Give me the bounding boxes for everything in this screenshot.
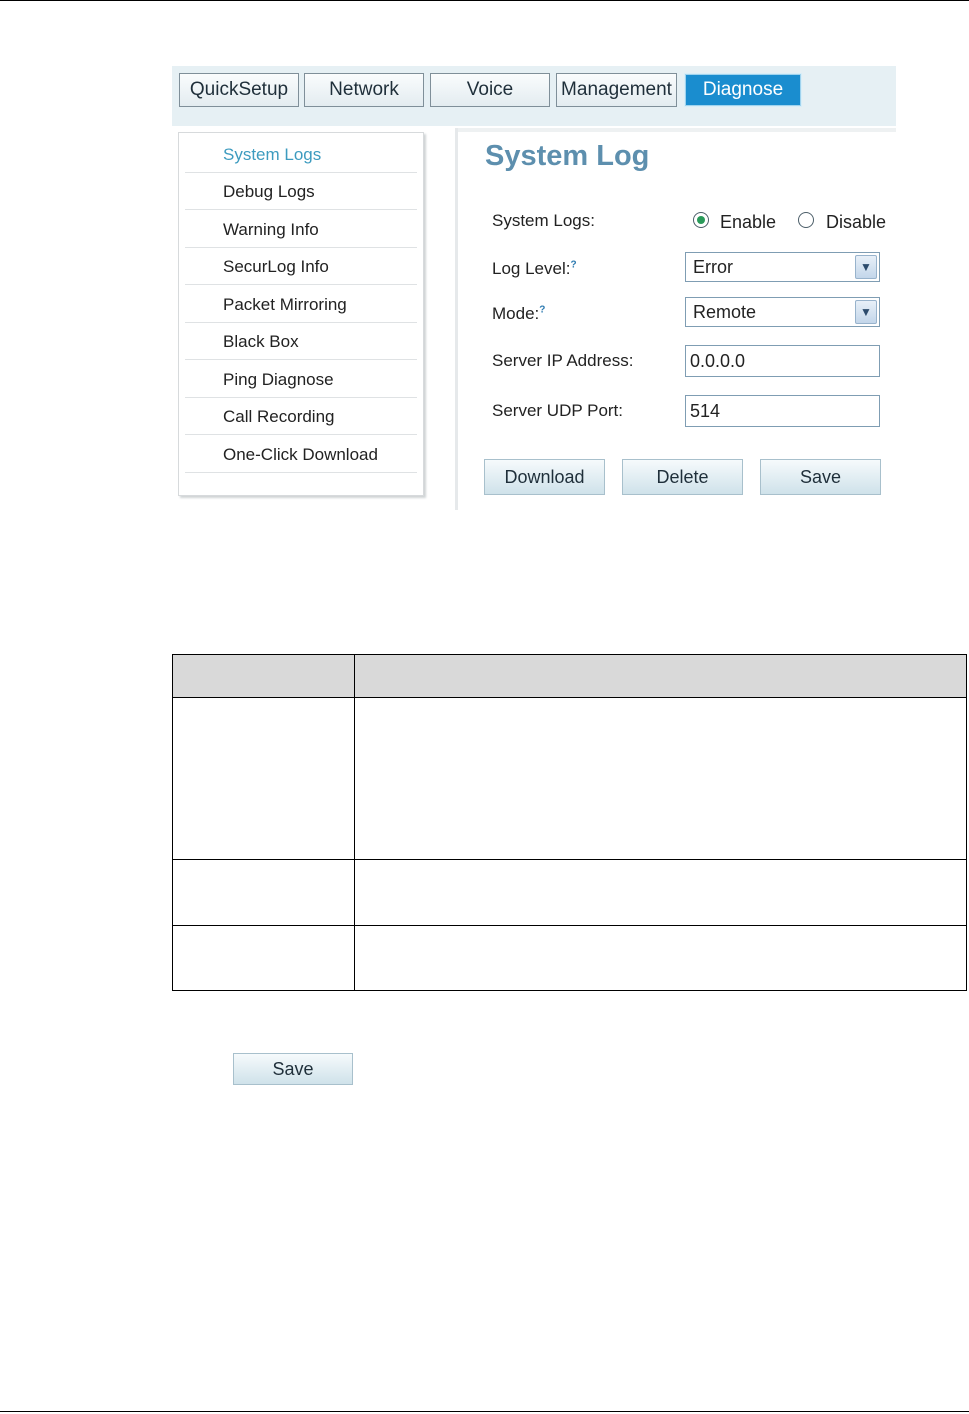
sidebar-item-system-logs[interactable]: System Logs (185, 136, 417, 173)
sidebar-item-call-recording[interactable]: Call Recording (185, 398, 417, 435)
table-cell (172, 925, 355, 991)
enable-label: Enable (720, 212, 777, 232)
panel-top-shade (458, 128, 896, 132)
doc-save-button[interactable]: Save (233, 1053, 353, 1085)
table-cell (354, 697, 967, 860)
disable-radio[interactable] (798, 212, 814, 228)
server-udp-input[interactable]: 514 (685, 395, 880, 427)
server-ip-input[interactable]: 0.0.0.0 (685, 345, 880, 377)
log-level-select[interactable]: Error ▼ (685, 252, 880, 282)
server-ip-label: Server IP Address: (492, 351, 634, 370)
tab-network[interactable]: Network (304, 73, 424, 107)
chevron-down-icon[interactable]: ▼ (855, 255, 877, 279)
page-title: System Log (485, 140, 650, 172)
table-row (172, 925, 967, 991)
panel-divider (455, 128, 458, 510)
table-header-row (172, 654, 967, 698)
table-header-cell (354, 654, 967, 698)
table-cell (172, 697, 355, 860)
sidebar-item-one-click-download[interactable]: One-Click Download (185, 436, 417, 473)
table-row (172, 697, 967, 860)
server-udp-label: Server UDP Port: (492, 401, 624, 420)
tab-quicksetup[interactable]: QuickSetup (179, 73, 299, 107)
system-logs-label: System Logs: (492, 211, 595, 230)
table-cell (354, 925, 967, 991)
table-cell (354, 859, 967, 926)
tab-diagnose[interactable]: Diagnose (684, 73, 802, 107)
mode-select[interactable]: Remote ▼ (685, 297, 880, 327)
save-button[interactable]: Save (760, 459, 881, 495)
system-log-screenshot: QuickSetup Network Voice Management Diag… (172, 66, 896, 510)
tab-voice[interactable]: Voice (430, 73, 550, 107)
header-rule (0, 0, 969, 1)
table-header-cell (172, 654, 355, 698)
sidebar-item-warning-info[interactable]: Warning Info (185, 211, 417, 248)
tab-management[interactable]: Management (556, 73, 677, 107)
footer-rule (0, 1411, 969, 1412)
disable-label: Disable (826, 212, 887, 232)
mode-value: Remote (693, 302, 757, 322)
mode-label-text: Mode: (492, 304, 540, 323)
log-level-value: Error (693, 257, 733, 277)
sidebar-item-debug-logs[interactable]: Debug Logs (185, 173, 417, 210)
table-row (172, 859, 967, 926)
help-icon[interactable]: ? (570, 259, 576, 270)
enable-radio[interactable] (693, 212, 709, 228)
sidebar-item-packet-mirroring[interactable]: Packet Mirroring (185, 286, 417, 323)
log-level-label: Log Level:? (492, 259, 577, 279)
parameter-table (172, 654, 967, 991)
delete-button[interactable]: Delete (622, 459, 743, 495)
download-button[interactable]: Download (484, 459, 605, 495)
chevron-down-icon[interactable]: ▼ (855, 300, 877, 324)
sidebar-item-securlog-info[interactable]: SecurLog Info (185, 248, 417, 285)
help-icon[interactable]: ? (539, 304, 545, 315)
mode-label: Mode:? (492, 304, 545, 324)
table-cell (172, 859, 355, 926)
log-level-label-text: Log Level: (492, 259, 571, 278)
sidebar-item-black-box[interactable]: Black Box (185, 323, 417, 360)
sidebar-item-ping-diagnose[interactable]: Ping Diagnose (185, 361, 417, 398)
nav-bar: QuickSetup Network Voice Management Diag… (172, 66, 896, 126)
sidebar: System Logs Debug Logs Warning Info Secu… (178, 132, 424, 496)
